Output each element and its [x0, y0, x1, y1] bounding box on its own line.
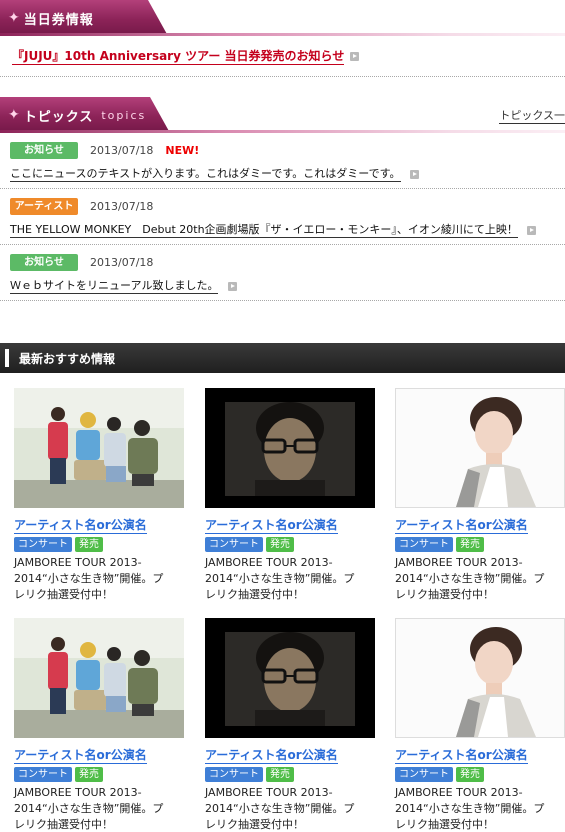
- recommend-card[interactable]: アーティスト名or公演名 コンサート 発売 JAMBOREE TOUR 2013…: [395, 618, 565, 832]
- card-title-link[interactable]: アーティスト名or公演名: [205, 746, 338, 764]
- topics-section-header: ✦ トピックス topics トピックス一: [0, 97, 565, 133]
- section-underline: [0, 130, 565, 133]
- sparkle-icon: ✦: [8, 10, 20, 26]
- topic-link[interactable]: Ｗｅｂサイトをリニューアル致しました。: [10, 279, 219, 294]
- topic-link[interactable]: THE YELLOW MONKEY Debut 20th企画劇場版『ザ・イエロー…: [10, 223, 518, 238]
- topic-item: アーティスト 2013/07/18 THE YELLOW MONKEY Debu…: [0, 189, 565, 245]
- new-label: NEW!: [165, 143, 200, 157]
- ticket-section-header: ✦ 当日券情報: [0, 0, 565, 36]
- arrow-right-icon[interactable]: [410, 169, 419, 179]
- ticket-info-link[interactable]: 『JUJU』10th Anniversary ツアー 当日券発売のお知らせ: [12, 47, 345, 65]
- header-marker: [5, 349, 9, 367]
- card-title-link[interactable]: アーティスト名or公演名: [205, 516, 338, 534]
- topic-link[interactable]: ここにニュースのテキストが入ります。これはダミーです。これはダミーです。: [10, 167, 401, 182]
- sparkle-icon: ✦: [8, 107, 20, 123]
- young-man-portrait[interactable]: [395, 388, 565, 508]
- tag-sale: 発売: [456, 767, 484, 782]
- tag-sale: 発売: [75, 767, 103, 782]
- card-title-link[interactable]: アーティスト名or公演名: [395, 746, 528, 764]
- ticket-info-row: 『JUJU』10th Anniversary ツアー 当日券発売のお知らせ: [0, 36, 565, 76]
- card-description: JAMBOREE TOUR 2013-2014“小さな生き物”開催。プレリク抽選…: [205, 786, 355, 831]
- recommend-section-header: 最新おすすめ情報: [0, 343, 565, 373]
- band-group-photo[interactable]: [14, 388, 184, 508]
- topic-badge: お知らせ: [10, 141, 78, 159]
- card-description: JAMBOREE TOUR 2013-2014“小さな生き物”開催。プレリク抽選…: [395, 786, 545, 831]
- topic-badge: お知らせ: [10, 253, 78, 271]
- ticket-section-tab: ✦ 当日券情報: [0, 0, 168, 36]
- tag-concert: コンサート: [395, 767, 453, 782]
- band-group-photo[interactable]: [14, 618, 184, 738]
- card-description: JAMBOREE TOUR 2013-2014“小さな生き物”開催。プレリク抽選…: [205, 556, 355, 601]
- recommend-section-title: 最新おすすめ情報: [19, 351, 116, 366]
- tag-concert: コンサート: [205, 537, 263, 552]
- card-title-link[interactable]: アーティスト名or公演名: [395, 516, 528, 534]
- topic-item: お知らせ 2013/07/18 Ｗｅｂサイトをリニューアル致しました。: [0, 245, 565, 301]
- topic-date: 2013/07/18: [90, 143, 154, 157]
- arrow-right-icon[interactable]: [227, 281, 237, 291]
- card-description: JAMBOREE TOUR 2013-2014“小さな生き物”開催。プレリク抽選…: [14, 786, 164, 831]
- recommend-card[interactable]: アーティスト名or公演名 コンサート 発売 JAMBOREE TOUR 2013…: [14, 388, 184, 603]
- section-underline: [0, 33, 565, 36]
- topics-section-tab: ✦ トピックス topics: [0, 97, 170, 133]
- card-description: JAMBOREE TOUR 2013-2014“小さな生き物”開催。プレリク抽選…: [395, 556, 545, 601]
- tag-concert: コンサート: [14, 767, 72, 782]
- topics-section-subtitle: topics: [101, 108, 147, 122]
- card-title-link[interactable]: アーティスト名or公演名: [14, 516, 147, 534]
- man-glasses-portrait[interactable]: [205, 388, 375, 508]
- tag-sale: 発売: [266, 767, 294, 782]
- recommend-card[interactable]: アーティスト名or公演名 コンサート 発売 JAMBOREE TOUR 2013…: [205, 618, 375, 832]
- topic-item: お知らせ 2013/07/18 NEW! ここにニュースのテキストが入ります。こ…: [0, 133, 565, 189]
- card-title-link[interactable]: アーティスト名or公演名: [14, 746, 147, 764]
- tag-sale: 発売: [75, 537, 103, 552]
- young-man-portrait[interactable]: [395, 618, 565, 738]
- topics-section-title: トピックス: [23, 109, 94, 125]
- arrow-right-icon[interactable]: [350, 51, 360, 61]
- topics-more-link[interactable]: トピックス一: [499, 107, 565, 124]
- tag-concert: コンサート: [395, 537, 453, 552]
- ticket-section-title: 当日券情報: [23, 12, 94, 28]
- recommend-card[interactable]: アーティスト名or公演名 コンサート 発売 JAMBOREE TOUR 2013…: [205, 388, 375, 603]
- tag-sale: 発売: [456, 537, 484, 552]
- tag-sale: 発売: [266, 537, 294, 552]
- recommend-card[interactable]: アーティスト名or公演名 コンサート 発売 JAMBOREE TOUR 2013…: [14, 618, 184, 832]
- tag-concert: コンサート: [14, 537, 72, 552]
- topic-date: 2013/07/18: [90, 199, 154, 213]
- tag-concert: コンサート: [205, 767, 263, 782]
- topic-badge: アーティスト: [10, 197, 78, 215]
- topic-date: 2013/07/18: [90, 255, 154, 269]
- card-description: JAMBOREE TOUR 2013-2014“小さな生き物”開催。プレリク抽選…: [14, 556, 164, 601]
- recommend-card[interactable]: アーティスト名or公演名 コンサート 発売 JAMBOREE TOUR 2013…: [395, 388, 565, 603]
- man-glasses-portrait[interactable]: [205, 618, 375, 738]
- arrow-right-icon[interactable]: [527, 225, 537, 235]
